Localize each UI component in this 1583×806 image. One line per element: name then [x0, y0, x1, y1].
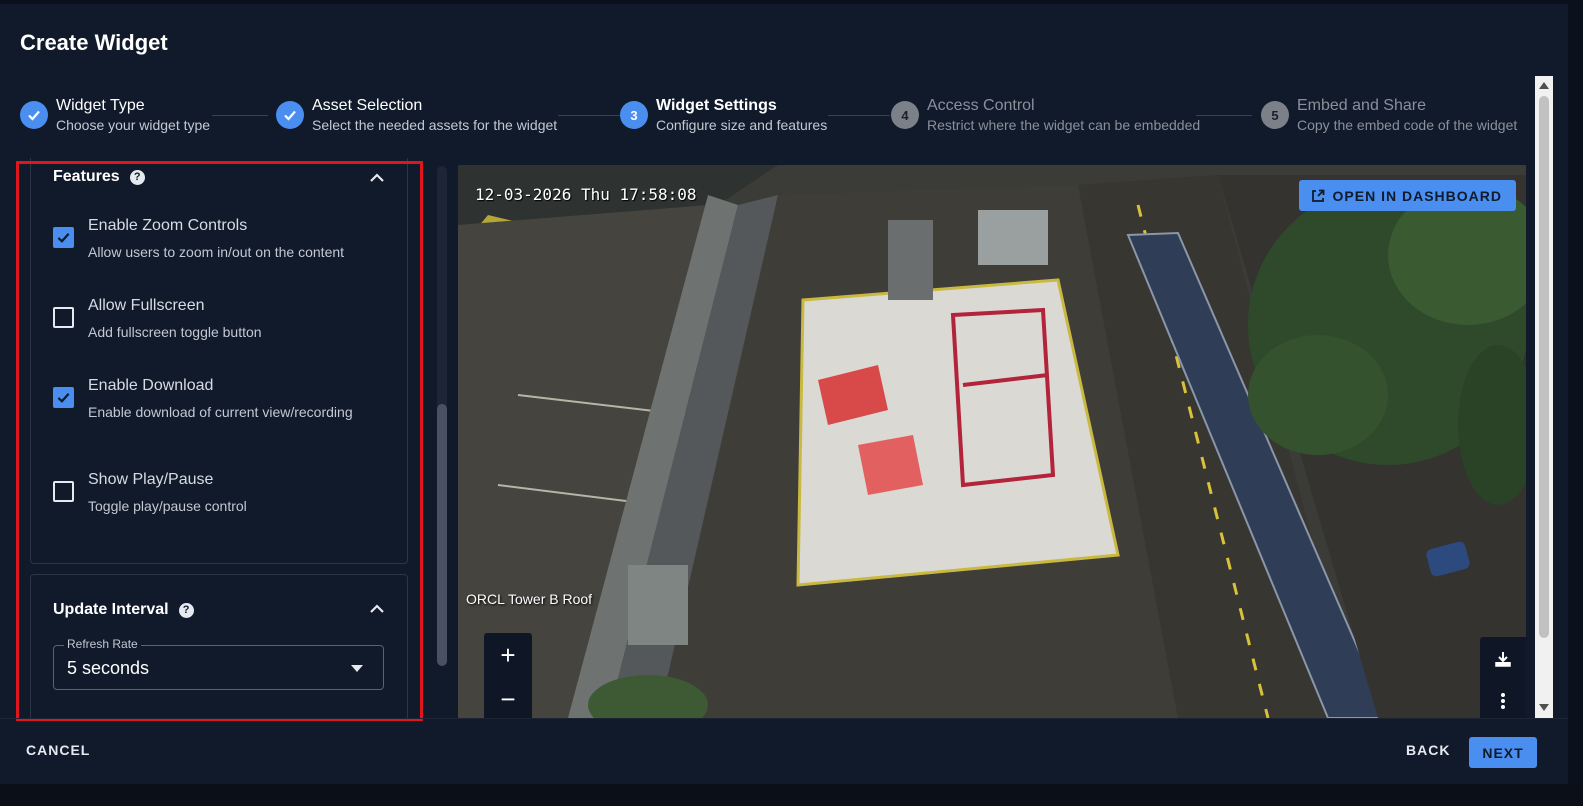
step-embed-and-share[interactable]: 5 Embed and Share Copy the embed code of… — [1261, 96, 1517, 134]
create-widget-dialog: Create Widget Widget Type Choose your wi… — [0, 4, 1568, 784]
zoom-in-button[interactable]: + — [484, 633, 532, 677]
check-icon — [57, 392, 70, 403]
step-connector — [212, 115, 268, 116]
download-icon — [1495, 652, 1511, 667]
camera-name: ORCL Tower B Roof — [466, 591, 593, 607]
next-button[interactable]: NEXT — [1469, 737, 1537, 768]
dialog-title: Create Widget — [20, 30, 168, 55]
features-header[interactable]: Features ? — [53, 168, 145, 186]
checkbox-checked[interactable] — [53, 227, 74, 248]
option-description: Toggle play/pause control — [88, 498, 247, 514]
panel-scroll-thumb[interactable] — [437, 404, 447, 666]
option-label: Enable Download — [88, 377, 214, 394]
chevron-up-icon[interactable] — [369, 601, 385, 617]
step-description: Select the needed assets for the widget — [312, 117, 558, 133]
scroll-up-arrow-icon[interactable] — [1539, 82, 1549, 89]
option-fullscreen[interactable]: Allow Fullscreen Add fullscreen toggle b… — [53, 296, 262, 341]
checkbox-unchecked[interactable] — [53, 481, 74, 502]
option-description: Enable download of current view/recordin… — [88, 404, 353, 420]
zoom-out-button[interactable]: − — [484, 677, 532, 718]
check-icon — [276, 101, 304, 129]
step-number: 5 — [1261, 101, 1289, 129]
step-description: Choose your widget type — [56, 117, 211, 133]
option-zoom-controls[interactable]: Enable Zoom Controls Allow users to zoom… — [53, 216, 344, 261]
update-interval-card: Update Interval ? Refresh Rate 5 seconds — [30, 574, 408, 718]
step-label: Widget Settings — [656, 97, 777, 114]
step-label: Embed and Share — [1297, 97, 1426, 114]
features-card: Features ? Enable Zoom Controls Allow us… — [30, 158, 408, 564]
interval-title: Update Interval — [53, 601, 169, 618]
refresh-rate-label: Refresh Rate — [64, 637, 141, 651]
footer-divider — [0, 718, 1568, 719]
step-label: Widget Type — [56, 97, 145, 114]
step-description: Copy the embed code of the widget — [1297, 117, 1518, 133]
dialog-scroll-thumb[interactable] — [1539, 96, 1549, 638]
check-icon — [20, 101, 48, 129]
open-in-dashboard-button[interactable]: OPEN IN DASHBOARD — [1298, 180, 1516, 211]
step-number: 3 — [620, 101, 648, 129]
step-description: Restrict where the widget can be embedde… — [927, 117, 1201, 133]
option-download[interactable]: Enable Download Enable download of curre… — [53, 376, 353, 421]
step-label: Access Control — [927, 97, 1035, 114]
option-description: Allow users to zoom in/out on the conten… — [88, 244, 345, 260]
step-description: Configure size and features — [656, 117, 828, 133]
stepper: Widget Type Choose your widget type Asse… — [20, 96, 1520, 142]
help-icon[interactable]: ? — [129, 169, 145, 185]
settings-panel: Features ? Enable Zoom Controls Allow us… — [16, 158, 422, 718]
back-button[interactable]: BACK — [1406, 742, 1450, 758]
scroll-down-arrow-icon[interactable] — [1539, 704, 1549, 711]
check-icon — [57, 232, 70, 243]
zoom-controls: + − — [484, 633, 532, 718]
step-connector — [828, 115, 890, 116]
caret-down-icon — [351, 665, 363, 672]
step-connector — [1196, 115, 1252, 116]
camera-image — [458, 165, 1526, 718]
more-options-button[interactable] — [1480, 681, 1526, 718]
viewer-tools — [1480, 637, 1526, 718]
chevron-up-icon[interactable] — [369, 170, 385, 186]
checkbox-unchecked[interactable] — [53, 307, 74, 328]
step-connector — [558, 115, 620, 116]
option-description: Add fullscreen toggle button — [88, 324, 262, 340]
step-number: 4 — [891, 101, 919, 129]
option-label: Enable Zoom Controls — [88, 217, 248, 234]
camera-preview[interactable]: 12-03-2026 Thu 17:58:08 ORCL Tower B Roo… — [458, 165, 1526, 718]
help-icon[interactable]: ? — [178, 602, 194, 618]
option-play-pause[interactable]: Show Play/Pause Toggle play/pause contro… — [53, 470, 247, 515]
step-access-control[interactable]: 4 Access Control Restrict where the widg… — [891, 96, 1200, 134]
refresh-rate-value: 5 seconds — [67, 658, 150, 678]
step-asset-selection[interactable]: Asset Selection Select the needed assets… — [276, 96, 557, 134]
more-vertical-icon — [1501, 693, 1505, 709]
interval-header[interactable]: Update Interval ? — [53, 601, 194, 619]
features-title: Features — [53, 168, 120, 185]
external-link-icon — [1311, 189, 1324, 202]
download-button[interactable] — [1480, 639, 1526, 679]
camera-timestamp: 12-03-2026 Thu 17:58:08 — [475, 185, 697, 204]
step-widget-type[interactable]: Widget Type Choose your widget type — [20, 96, 210, 134]
open-in-dashboard-label: OPEN IN DASHBOARD — [1332, 187, 1502, 204]
refresh-rate-select[interactable]: Refresh Rate 5 seconds — [53, 637, 384, 690]
step-label: Asset Selection — [312, 97, 423, 114]
window-bottom-bar — [0, 784, 1583, 806]
cancel-button[interactable]: CANCEL — [26, 742, 90, 758]
step-widget-settings[interactable]: 3 Widget Settings Configure size and fea… — [620, 96, 827, 134]
checkbox-checked[interactable] — [53, 387, 74, 408]
option-label: Show Play/Pause — [88, 471, 214, 488]
option-label: Allow Fullscreen — [88, 297, 205, 314]
